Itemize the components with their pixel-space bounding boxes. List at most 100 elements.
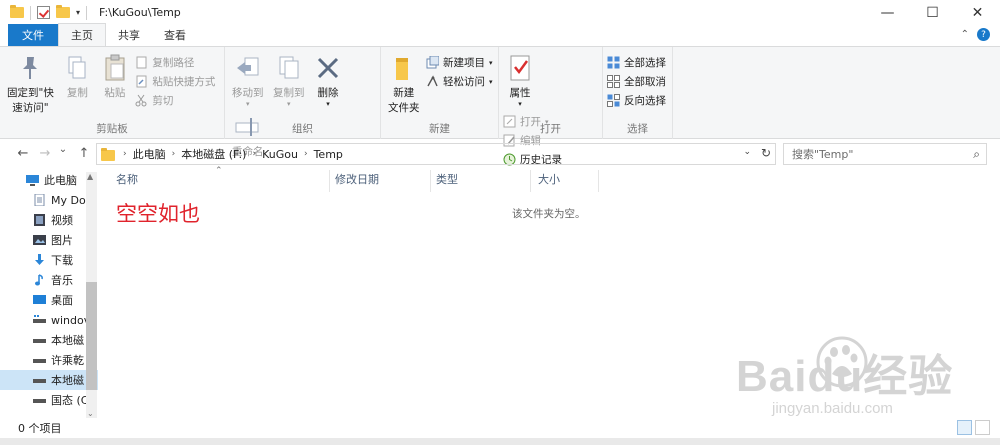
breadcrumb-kugou[interactable]: KuGou: [262, 148, 298, 161]
scrollbar-thumb[interactable]: [86, 282, 97, 390]
column-header-name[interactable]: 名称: [116, 171, 138, 191]
cut-button[interactable]: 剪切: [135, 93, 215, 108]
tab-file[interactable]: 文件: [8, 24, 58, 46]
nav-item-downloads[interactable]: 下载: [0, 250, 98, 270]
maximize-button[interactable]: ☐: [910, 0, 955, 25]
scroll-up-icon[interactable]: ▲: [87, 172, 93, 181]
group-label-select: 选择: [627, 123, 648, 135]
help-icon[interactable]: ?: [977, 28, 990, 41]
view-toggle: [957, 420, 990, 435]
nav-item-local-disk[interactable]: 本地磁: [0, 330, 98, 350]
group-open: 属性 ▾ 打开 ▾ 编辑 历史记录 打开: [499, 47, 603, 166]
empty-folder-message: 该文件夹为空。: [512, 208, 586, 220]
nav-item-drive-windows[interactable]: windov: [0, 310, 98, 330]
download-icon: [35, 254, 44, 265]
copy-button[interactable]: 复制: [60, 51, 94, 102]
close-button[interactable]: ✕: [955, 0, 1000, 25]
copy-to-label: 复制到: [273, 87, 305, 99]
tab-view[interactable]: 查看: [152, 24, 198, 46]
breadcrumb-temp[interactable]: Temp: [314, 148, 343, 161]
column-divider[interactable]: [598, 170, 599, 192]
minimize-button[interactable]: —: [865, 0, 910, 25]
copy-path-icon: [135, 56, 148, 69]
nav-item-drive-xu[interactable]: 许乘乾: [0, 350, 98, 370]
ribbon: 固定到"快 速访问" 复制 粘贴 复制路径 粘贴快捷方式 剪切 剪贴板 移动到 …: [0, 47, 1000, 166]
properties-check-icon[interactable]: [37, 6, 50, 19]
document-icon: [34, 194, 45, 206]
column-header-size[interactable]: 大小: [538, 171, 560, 191]
item-count: 0 个项目: [18, 422, 62, 435]
refresh-icon[interactable]: ↻: [761, 146, 771, 160]
new-item-icon: [426, 55, 440, 69]
invert-selection-button[interactable]: 反向选择: [607, 93, 666, 108]
pin-quick-access-button[interactable]: 固定到"快 速访问": [4, 51, 57, 117]
ribbon-tabs: 文件 主页 共享 查看 ⌃ ?: [0, 23, 1000, 47]
column-header-modified[interactable]: 修改日期: [335, 171, 379, 191]
divider: [30, 5, 31, 20]
select-none-button[interactable]: 全部取消: [607, 74, 666, 89]
move-to-button[interactable]: 移动到 ▾: [229, 51, 267, 110]
address-bar[interactable]: › 此电脑 › 本地磁盘 (F:) › KuGou › Temp ⌄ ↻: [96, 143, 776, 165]
search-icon[interactable]: ⌕: [973, 147, 980, 162]
nav-item-pictures[interactable]: 图片: [0, 230, 98, 250]
search-input[interactable]: 搜索"Temp" ⌕: [783, 143, 987, 165]
column-divider[interactable]: [329, 170, 330, 192]
tab-share[interactable]: 共享: [106, 24, 152, 46]
breadcrumb-separator[interactable]: ›: [304, 149, 308, 159]
nav-item-music[interactable]: 音乐: [0, 270, 98, 290]
copy-to-button[interactable]: 复制到 ▾: [270, 51, 308, 110]
dropdown-icon: ▾: [326, 100, 330, 108]
back-button[interactable]: ←: [14, 146, 32, 161]
paste-shortcut-button[interactable]: 粘贴快捷方式: [135, 74, 215, 89]
nav-item-videos[interactable]: 视频: [0, 210, 98, 230]
pin-label-1: 固定到"快: [7, 87, 54, 99]
forward-button[interactable]: →: [36, 146, 54, 161]
nav-item-desktop[interactable]: 桌面: [0, 290, 98, 310]
group-clipboard: 固定到"快 速访问" 复制 粘贴 复制路径 粘贴快捷方式 剪切 剪贴板: [0, 47, 225, 139]
new-folder-icon[interactable]: [56, 5, 70, 18]
properties-label: 属性: [509, 87, 531, 99]
drive-icon: [33, 315, 46, 323]
copy-path-button[interactable]: 复制路径: [135, 55, 215, 70]
easy-access-label: 轻松访问: [443, 76, 485, 88]
customize-dropdown-icon[interactable]: ▾: [76, 8, 80, 17]
collapse-ribbon-icon[interactable]: ⌃: [961, 29, 969, 40]
nav-item-my-documents[interactable]: My Do: [0, 190, 98, 210]
nav-item-drive-c[interactable]: 国态 (C: [0, 390, 98, 410]
recent-locations-button[interactable]: ⌄: [54, 144, 72, 155]
invert-selection-label: 反向选择: [624, 95, 666, 107]
details-view-icon[interactable]: [957, 420, 972, 435]
nav-item-local-disk-selected[interactable]: 本地磁: [0, 370, 98, 390]
group-organize: 移动到 ▾ 复制到 ▾ 删除 ▾ 重命名 组织: [225, 47, 381, 158]
scissors-icon: [135, 94, 148, 107]
dropdown-icon: ▾: [489, 77, 493, 86]
easy-access-button[interactable]: 轻松访问 ▾: [426, 74, 493, 89]
new-folder-button[interactable]: 新建 文件夹: [385, 51, 423, 117]
breadcrumb-separator[interactable]: ›: [252, 149, 256, 159]
delete-button[interactable]: 删除 ▾: [311, 51, 345, 110]
breadcrumb-separator[interactable]: ›: [172, 149, 176, 159]
copy-label: 复制: [66, 87, 88, 99]
new-folder-label-1: 新建: [393, 87, 415, 99]
column-header-type[interactable]: 类型: [436, 171, 458, 191]
new-item-button[interactable]: 新建项目 ▾: [426, 55, 493, 70]
nav-item-this-pc[interactable]: 此电脑: [0, 170, 98, 190]
large-icons-view-icon[interactable]: [975, 420, 990, 435]
address-dropdown-icon[interactable]: ⌄: [743, 147, 751, 157]
dropdown-icon: ▾: [489, 58, 493, 67]
folder-icon: [101, 147, 115, 161]
breadcrumb-drive-f[interactable]: 本地磁盘 (F:): [181, 146, 246, 162]
column-divider[interactable]: [530, 170, 531, 192]
select-all-button[interactable]: 全部选择: [607, 55, 666, 70]
tab-home[interactable]: 主页: [58, 23, 106, 46]
properties-button[interactable]: 属性 ▾: [503, 51, 537, 110]
folder-icon[interactable]: [10, 5, 24, 18]
column-divider[interactable]: [430, 170, 431, 192]
nav-scrollbar[interactable]: ▲ ⌄: [86, 172, 97, 418]
taskbar-strip: [0, 438, 1000, 445]
breadcrumb-this-pc[interactable]: 此电脑: [133, 146, 166, 162]
paste-button[interactable]: 粘贴: [98, 51, 132, 102]
scroll-down-icon[interactable]: ⌄: [87, 409, 94, 418]
up-button[interactable]: ↑: [75, 146, 93, 161]
annotation-caption: 空空如也: [116, 202, 200, 226]
